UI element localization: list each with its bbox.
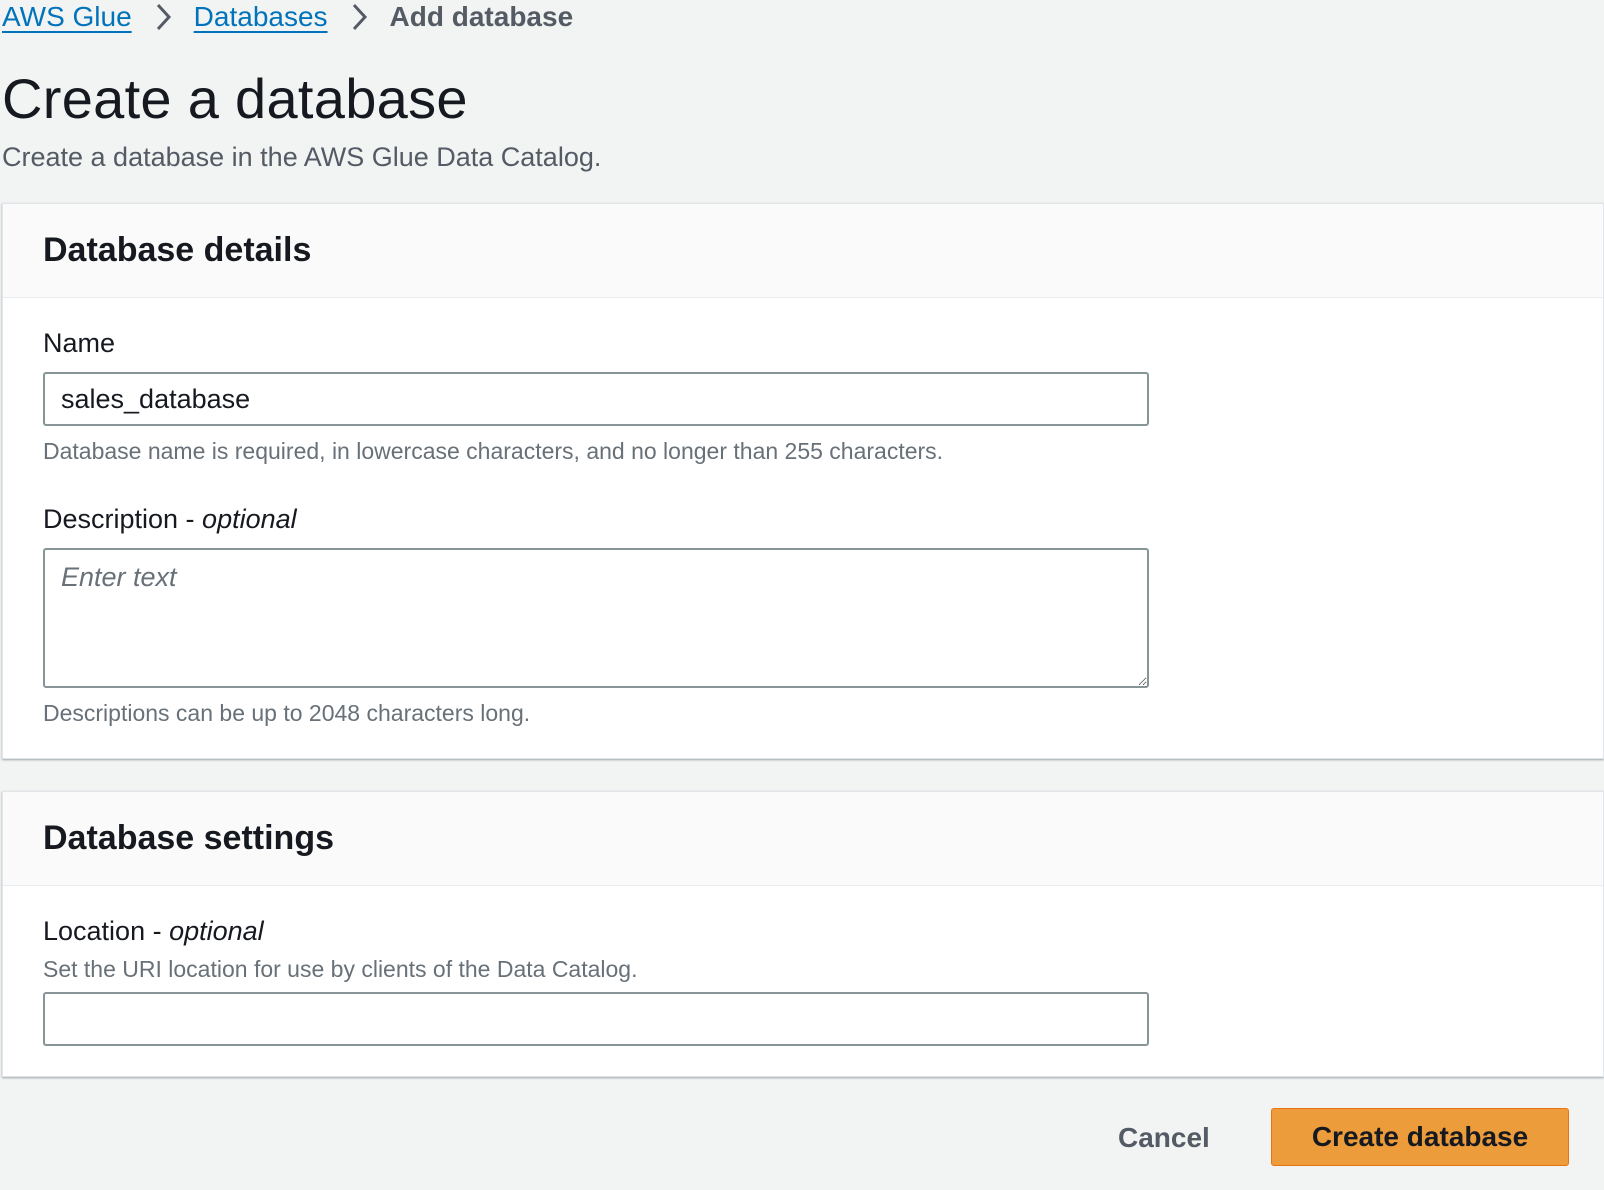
page-title: Create a database xyxy=(2,67,468,130)
page-subtitle: Create a database in the AWS Glue Data C… xyxy=(2,142,602,172)
name-input[interactable] xyxy=(43,372,1149,426)
location-label: Location - optional xyxy=(43,916,264,947)
chevron-right-icon xyxy=(132,0,194,34)
name-label: Name xyxy=(43,328,116,358)
description-optional-text: optional xyxy=(202,504,297,534)
create-database-button[interactable]: Create database xyxy=(1271,1108,1569,1166)
name-hint: Database name is required, in lowercase … xyxy=(43,438,944,464)
description-hint: Descriptions can be up to 2048 character… xyxy=(43,700,531,726)
location-label-text: Location - xyxy=(43,916,170,946)
database-settings-panel: Database settings Location - optional Se… xyxy=(2,791,1604,1077)
breadcrumb-aws-glue[interactable]: AWS Glue xyxy=(2,1,132,33)
breadcrumb-databases[interactable]: Databases xyxy=(194,1,328,33)
database-details-panel: Database details Name Database name is r… xyxy=(2,203,1604,759)
cancel-button[interactable]: Cancel xyxy=(1118,1112,1238,1164)
database-settings-header: Database settings xyxy=(3,792,1603,886)
breadcrumb-add-database: Add database xyxy=(389,1,574,32)
breadcrumb: AWS Glue Databases Add database xyxy=(2,0,573,34)
database-details-header: Database details xyxy=(3,204,1603,298)
location-optional-text: optional xyxy=(169,916,264,946)
description-textarea[interactable] xyxy=(43,548,1149,688)
database-details-heading: Database details xyxy=(43,231,312,269)
database-settings-heading: Database settings xyxy=(43,819,334,857)
description-label-text: Description - xyxy=(43,504,203,534)
description-label: Description - optional xyxy=(43,504,297,535)
location-input[interactable] xyxy=(43,992,1149,1046)
chevron-right-icon xyxy=(328,0,390,34)
location-hint: Set the URI location for use by clients … xyxy=(43,956,638,982)
